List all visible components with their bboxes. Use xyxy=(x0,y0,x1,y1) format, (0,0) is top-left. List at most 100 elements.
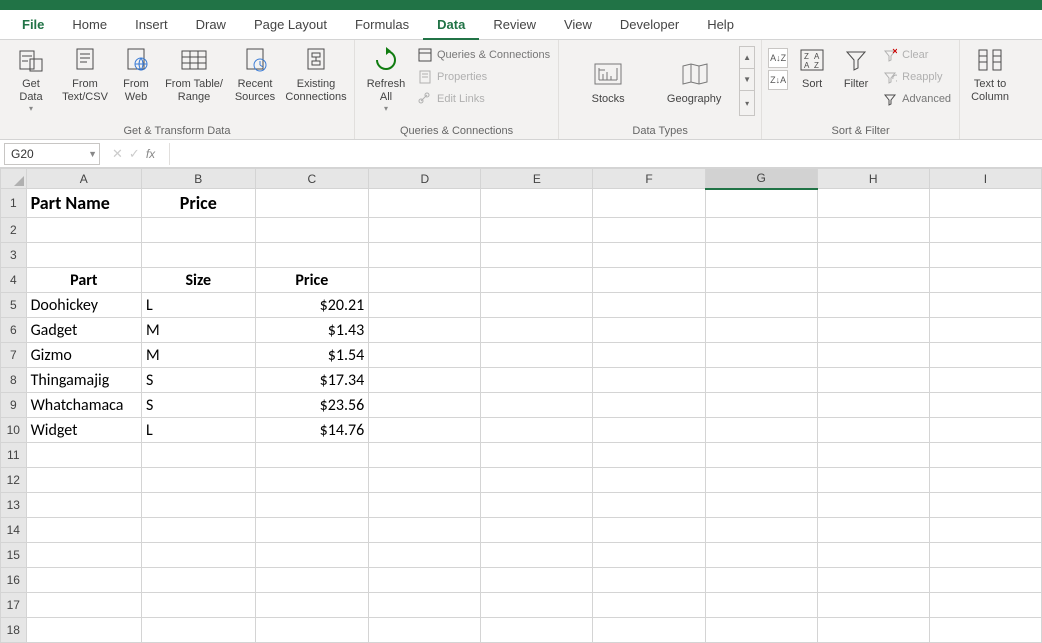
tab-view[interactable]: View xyxy=(550,10,606,40)
cell-I15[interactable] xyxy=(929,543,1041,568)
cell-I14[interactable] xyxy=(929,518,1041,543)
cell-C6[interactable]: $1.43 xyxy=(255,318,369,343)
row-header-13[interactable]: 13 xyxy=(1,493,27,518)
cell-A3[interactable] xyxy=(26,243,141,268)
row-header-6[interactable]: 6 xyxy=(1,318,27,343)
cell-D7[interactable] xyxy=(369,343,481,368)
cell-B15[interactable] xyxy=(142,543,255,568)
cell-B9[interactable]: S xyxy=(142,393,255,418)
cell-F7[interactable] xyxy=(593,343,705,368)
cell-E7[interactable] xyxy=(481,343,593,368)
cell-B4[interactable]: Size xyxy=(142,268,255,293)
cell-G8[interactable] xyxy=(705,368,817,393)
refresh-all-button[interactable]: Refresh All ▾ xyxy=(361,42,411,114)
cell-I18[interactable] xyxy=(929,618,1041,643)
cell-D1[interactable] xyxy=(369,189,481,218)
cell-A16[interactable] xyxy=(26,568,141,593)
row-header-7[interactable]: 7 xyxy=(1,343,27,368)
tab-developer[interactable]: Developer xyxy=(606,10,693,40)
cell-D8[interactable] xyxy=(369,368,481,393)
cell-E3[interactable] xyxy=(481,243,593,268)
cell-D12[interactable] xyxy=(369,468,481,493)
cell-G5[interactable] xyxy=(705,293,817,318)
row-header-18[interactable]: 18 xyxy=(1,618,27,643)
get-data-button[interactable]: Get Data ▾ xyxy=(6,42,56,114)
cell-G12[interactable] xyxy=(705,468,817,493)
cell-G1[interactable] xyxy=(705,189,817,218)
edit-links-button[interactable]: Edit Links xyxy=(415,88,552,110)
cell-D3[interactable] xyxy=(369,243,481,268)
cell-A4[interactable]: Part xyxy=(26,268,141,293)
cell-E18[interactable] xyxy=(481,618,593,643)
cell-B6[interactable]: M xyxy=(142,318,255,343)
cell-A11[interactable] xyxy=(26,443,141,468)
cell-D18[interactable] xyxy=(369,618,481,643)
row-header-3[interactable]: 3 xyxy=(1,243,27,268)
cell-A1[interactable]: Part Name xyxy=(26,189,141,218)
cell-G18[interactable] xyxy=(705,618,817,643)
cell-D14[interactable] xyxy=(369,518,481,543)
tab-review[interactable]: Review xyxy=(479,10,550,40)
cell-E6[interactable] xyxy=(481,318,593,343)
cell-I1[interactable] xyxy=(929,189,1041,218)
cell-D13[interactable] xyxy=(369,493,481,518)
cell-B14[interactable] xyxy=(142,518,255,543)
row-header-14[interactable]: 14 xyxy=(1,518,27,543)
cell-A14[interactable] xyxy=(26,518,141,543)
cell-H2[interactable] xyxy=(817,218,929,243)
cell-G9[interactable] xyxy=(705,393,817,418)
cell-A5[interactable]: Doohickey xyxy=(26,293,141,318)
cell-C3[interactable] xyxy=(255,243,369,268)
queries-connections-button[interactable]: Queries & Connections xyxy=(415,44,552,66)
cell-D5[interactable] xyxy=(369,293,481,318)
col-header-F[interactable]: F xyxy=(593,169,705,189)
properties-button[interactable]: Properties xyxy=(415,66,552,88)
cell-H8[interactable] xyxy=(817,368,929,393)
cell-I9[interactable] xyxy=(929,393,1041,418)
cell-E1[interactable] xyxy=(481,189,593,218)
cell-F12[interactable] xyxy=(593,468,705,493)
reapply-button[interactable]: Reapply xyxy=(880,66,953,88)
cell-A9[interactable]: Whatchamaca xyxy=(26,393,141,418)
cell-G14[interactable] xyxy=(705,518,817,543)
cell-G4[interactable] xyxy=(705,268,817,293)
cell-H7[interactable] xyxy=(817,343,929,368)
cell-I7[interactable] xyxy=(929,343,1041,368)
cell-G6[interactable] xyxy=(705,318,817,343)
cell-A18[interactable] xyxy=(26,618,141,643)
clear-filter-button[interactable]: Clear xyxy=(880,44,953,66)
cell-F9[interactable] xyxy=(593,393,705,418)
col-header-B[interactable]: B xyxy=(142,169,255,189)
row-header-1[interactable]: 1 xyxy=(1,189,27,218)
cell-A10[interactable]: Widget xyxy=(26,418,141,443)
cell-D9[interactable] xyxy=(369,393,481,418)
formula-input[interactable] xyxy=(169,143,1042,165)
cell-E13[interactable] xyxy=(481,493,593,518)
cell-C15[interactable] xyxy=(255,543,369,568)
cell-F5[interactable] xyxy=(593,293,705,318)
cell-F3[interactable] xyxy=(593,243,705,268)
cell-A8[interactable]: Thingamajig xyxy=(26,368,141,393)
cell-D11[interactable] xyxy=(369,443,481,468)
cell-F14[interactable] xyxy=(593,518,705,543)
sort-button[interactable]: ZAAZ Sort xyxy=(792,42,832,91)
stocks-button[interactable]: Stocks xyxy=(565,53,651,105)
cell-C11[interactable] xyxy=(255,443,369,468)
dropdown-icon[interactable]: ▼ xyxy=(88,149,97,159)
cell-C18[interactable] xyxy=(255,618,369,643)
cell-D16[interactable] xyxy=(369,568,481,593)
cell-E16[interactable] xyxy=(481,568,593,593)
row-header-16[interactable]: 16 xyxy=(1,568,27,593)
cell-F2[interactable] xyxy=(593,218,705,243)
cell-C12[interactable] xyxy=(255,468,369,493)
cell-B16[interactable] xyxy=(142,568,255,593)
col-header-D[interactable]: D xyxy=(369,169,481,189)
cell-C14[interactable] xyxy=(255,518,369,543)
cell-E15[interactable] xyxy=(481,543,593,568)
cell-C9[interactable]: $23.56 xyxy=(255,393,369,418)
name-box[interactable]: G20 ▼ xyxy=(4,143,100,165)
row-header-12[interactable]: 12 xyxy=(1,468,27,493)
from-table-range-button[interactable]: From Table/ Range xyxy=(162,42,226,104)
cell-H14[interactable] xyxy=(817,518,929,543)
cell-H11[interactable] xyxy=(817,443,929,468)
